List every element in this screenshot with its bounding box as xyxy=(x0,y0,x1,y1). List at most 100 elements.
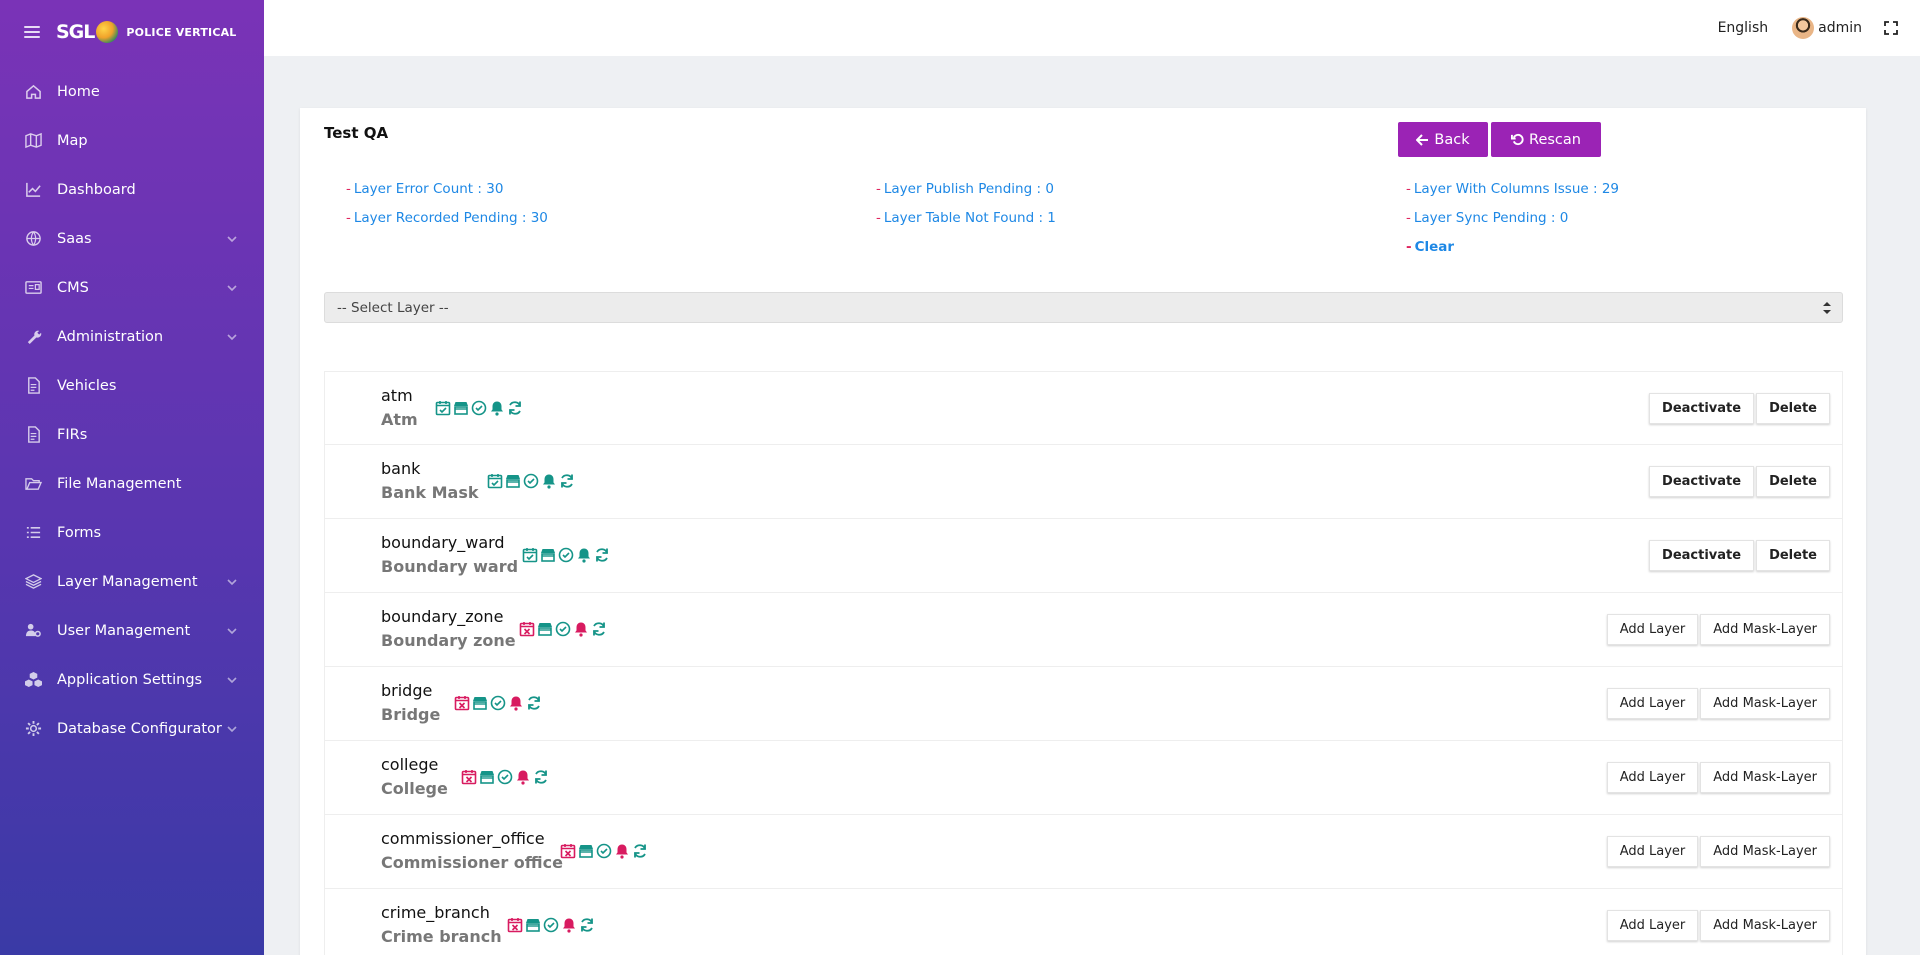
topbar: English admin xyxy=(264,0,1920,56)
sidebar-item-label: Home xyxy=(57,83,100,100)
stat-publish-pending[interactable]: - Layer Publish Pending : 0 xyxy=(876,181,1054,197)
deactivate-button[interactable]: Deactivate xyxy=(1649,393,1755,424)
rescan-button[interactable]: Rescan xyxy=(1491,122,1601,157)
wrench-icon xyxy=(24,328,42,346)
main-content: Test QA Back Rescan - Layer Error Count :… xyxy=(264,56,1920,955)
layer-row: atm Atm Deactivate Delete xyxy=(324,371,1843,445)
sidebar-item-firs[interactable]: FIRs xyxy=(0,410,264,459)
layer-status-icons xyxy=(461,769,549,785)
rescan-button-label: Rescan xyxy=(1529,131,1581,148)
stat-sync-pending[interactable]: - Layer Sync Pending : 0 xyxy=(1406,210,1568,226)
bell-icon xyxy=(563,918,575,933)
sidebar-item-label: Vehicles xyxy=(57,377,117,394)
brand-subtitle: POLICE VERTICAL xyxy=(126,25,237,39)
select-arrows-icon xyxy=(1823,302,1831,314)
sidebar-item-label: Map xyxy=(57,132,88,149)
chevron-down-icon xyxy=(227,725,237,732)
calendar-check-icon xyxy=(487,474,503,489)
sidebar-item-layer-management[interactable]: Layer Management xyxy=(0,557,264,606)
layer-row: bridge Bridge Add Layer Add Mask-Layer xyxy=(324,667,1843,741)
chevron-down-icon xyxy=(227,235,237,242)
sync-icon xyxy=(561,474,573,488)
sync-icon xyxy=(535,770,547,784)
clear-filter-link[interactable]: - Clear xyxy=(1406,239,1454,255)
stat-recorded-pending[interactable]: - Layer Recorded Pending : 30 xyxy=(346,210,548,226)
delete-button[interactable]: Delete xyxy=(1756,466,1830,497)
delete-button[interactable]: Delete xyxy=(1756,393,1830,424)
bell-icon xyxy=(543,474,555,489)
deactivate-button[interactable]: Deactivate xyxy=(1649,466,1755,497)
sidebar-item-label: CMS xyxy=(57,279,89,296)
deactivate-button[interactable]: Deactivate xyxy=(1649,540,1755,571)
user-menu[interactable]: admin xyxy=(1792,17,1862,39)
add-mask-layer-button[interactable]: Add Mask-Layer xyxy=(1700,910,1830,941)
document-icon xyxy=(24,426,42,444)
layer-label: College xyxy=(381,779,448,798)
gear-icon xyxy=(24,720,42,738)
sidebar-item-map[interactable]: Map xyxy=(0,116,264,165)
globe-icon xyxy=(24,230,42,248)
layer-row: boundary_ward Boundary ward Deactivate Dele… xyxy=(324,519,1843,593)
sidebar-item-database-configurator[interactable]: Database Configurator xyxy=(0,704,264,753)
stat-error-count[interactable]: - Layer Error Count : 30 xyxy=(346,181,503,197)
add-mask-layer-button[interactable]: Add Mask-Layer xyxy=(1700,688,1830,719)
menu-toggle-icon[interactable] xyxy=(24,26,40,38)
sidebar-item-cms[interactable]: CMS xyxy=(0,263,264,312)
sidebar-item-saas[interactable]: Saas xyxy=(0,214,264,263)
store-icon xyxy=(480,771,494,784)
add-layer-button[interactable]: Add Layer xyxy=(1606,614,1699,645)
sidebar-item-dashboard[interactable]: Dashboard xyxy=(0,165,264,214)
sidebar-item-label: Administration xyxy=(57,328,164,345)
calendar-x-icon xyxy=(560,844,576,859)
add-layer-button[interactable]: Add Layer xyxy=(1606,836,1699,867)
add-layer-button[interactable]: Add Layer xyxy=(1606,688,1699,719)
add-mask-layer-button[interactable]: Add Mask-Layer xyxy=(1700,762,1830,793)
layer-label: Atm xyxy=(381,410,418,429)
fullscreen-icon[interactable] xyxy=(1884,21,1898,35)
layer-actions: Add Layer Add Mask-Layer xyxy=(1606,836,1830,867)
bell-icon xyxy=(616,844,628,859)
calendar-x-icon xyxy=(461,770,477,785)
sidebar-item-application-settings[interactable]: Application Settings xyxy=(0,655,264,704)
bell-icon xyxy=(578,548,590,563)
brand: SGL POLICE VERTICAL xyxy=(0,0,264,64)
layer-name: bridge xyxy=(381,681,433,700)
add-mask-layer-button[interactable]: Add Mask-Layer xyxy=(1700,614,1830,645)
stat-table-not-found[interactable]: - Layer Table Not Found : 1 xyxy=(876,210,1056,226)
sidebar-item-vehicles[interactable]: Vehicles xyxy=(0,361,264,410)
delete-button[interactable]: Delete xyxy=(1756,540,1830,571)
layer-status-icons xyxy=(435,400,523,416)
qa-card: Test QA Back Rescan - Layer Error Count :… xyxy=(300,108,1866,955)
layer-status-icons xyxy=(560,843,648,859)
sidebar-item-label: Forms xyxy=(57,524,102,541)
sync-icon xyxy=(596,548,608,562)
layer-name: boundary_ward xyxy=(381,533,505,552)
sidebar-item-label: Saas xyxy=(57,230,92,247)
sidebar-item-forms[interactable]: Forms xyxy=(0,508,264,557)
sidebar-item-file-management[interactable]: File Management xyxy=(0,459,264,508)
map-icon xyxy=(24,132,42,150)
layer-actions: Add Layer Add Mask-Layer xyxy=(1606,688,1830,719)
add-layer-button[interactable]: Add Layer xyxy=(1606,762,1699,793)
sidebar-item-label: File Management xyxy=(57,475,182,492)
layers-icon xyxy=(24,573,42,591)
add-mask-layer-button[interactable]: Add Mask-Layer xyxy=(1700,836,1830,867)
sync-icon xyxy=(528,696,540,710)
sidebar-item-home[interactable]: Home xyxy=(0,67,264,116)
sidebar-item-user-management[interactable]: User Management xyxy=(0,606,264,655)
language-selector[interactable]: English xyxy=(1718,20,1769,36)
brand-logo: SGL xyxy=(56,21,95,43)
layer-label: Boundary ward xyxy=(381,557,519,576)
sidebar-item-administration[interactable]: Administration xyxy=(0,312,264,361)
layer-actions: Add Layer Add Mask-Layer xyxy=(1606,614,1830,645)
undo-icon xyxy=(1511,133,1524,146)
stat-columns-issue[interactable]: - Layer With Columns Issue : 29 xyxy=(1406,181,1619,197)
calendar-check-icon xyxy=(522,548,538,563)
back-button[interactable]: Back xyxy=(1398,122,1488,157)
page-title: Test QA xyxy=(324,124,389,142)
sidebar-item-label: Database Configurator xyxy=(57,720,222,737)
layer-select[interactable]: -- Select Layer -- xyxy=(324,292,1843,323)
add-layer-button[interactable]: Add Layer xyxy=(1606,910,1699,941)
layer-status-icons xyxy=(522,547,610,563)
sidebar-item-label: User Management xyxy=(57,622,191,639)
